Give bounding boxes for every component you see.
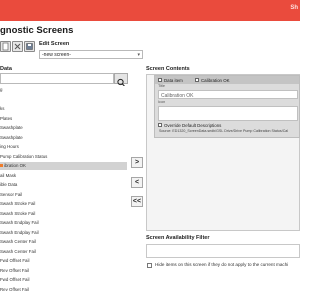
tree-item-label: ail Mask	[0, 172, 17, 178]
chevron-down-icon: ▾	[137, 52, 140, 58]
tree-item[interactable]: Swash Center Fail	[0, 238, 127, 246]
tree-item[interactable]: Swash Center Fail	[0, 248, 127, 256]
tree-item[interactable]: Swash Endplay Fail	[0, 229, 127, 237]
edit-screen-selected-value: -new screen-	[42, 52, 71, 58]
title-input[interactable]: Calibration OK	[158, 90, 298, 99]
tree-item[interactable]	[0, 96, 127, 104]
edit-screen-label: Edit Screen	[39, 41, 70, 47]
override-descriptions-checkbox[interactable]	[158, 123, 162, 127]
tree-item[interactable]: Swash Endplay Fail	[0, 219, 127, 227]
title-field-label: Title	[158, 84, 166, 88]
tree-item[interactable]: Swash Stroke Fail	[0, 210, 127, 218]
tree-item-label: ks	[0, 106, 5, 111]
tree-item-label: Plates	[0, 115, 13, 121]
tree-item-label: ing Hours	[0, 144, 19, 149]
screen-content-item[interactable]: Data item Calibration OK Title Calibrati…	[154, 75, 300, 138]
tree-item-label: Fwd Offset Fail	[0, 277, 30, 282]
icon-field[interactable]	[158, 106, 298, 121]
tree-item[interactable]: ible Data	[0, 181, 127, 189]
tree-item-label: Swash Stroke Fail	[0, 201, 36, 206]
tree-item-label: Swash Center Fail	[0, 248, 36, 254]
source-path-text: Source: ED1320_ScreenData.sedb/GSL Drive…	[159, 129, 289, 133]
tree-item[interactable]: g	[0, 86, 127, 94]
tree-item[interactable]: Swashplate	[0, 134, 127, 142]
tree-item-label: Swash Center Fail	[0, 239, 36, 244]
data-item-checkbox[interactable]	[158, 78, 162, 82]
remove-item-button[interactable]: <	[131, 177, 143, 188]
availability-filter-box[interactable]	[146, 244, 300, 258]
tree-item[interactable]: Plates	[0, 115, 127, 123]
app-header-bar: Sh	[0, 0, 300, 21]
availability-filter-header: Screen Availability Filter	[146, 235, 210, 241]
tree-item[interactable]: Fwd Offset Fail	[0, 257, 127, 265]
tree-item[interactable]: Pump Calibration Status	[0, 153, 127, 161]
tree-item-label: Rev Offset Fail	[0, 267, 29, 273]
tree-item[interactable]: ibration OK	[0, 162, 127, 170]
screen-contents-header: Screen Contents	[146, 66, 190, 72]
data-tree[interactable]: g ks Plates Swashplate Swashplate ing Hours Pu…	[0, 86, 127, 300]
override-descriptions-label: Override Default Descriptions	[164, 122, 222, 128]
tree-item[interactable]: Rev Offset Fail	[0, 267, 127, 275]
tree-item-label: Swashplate	[0, 134, 23, 140]
add-item-button[interactable]: >	[131, 157, 143, 168]
tree-item[interactable]: Rev Offset Fail	[0, 286, 127, 294]
hide-items-checkbox[interactable]	[147, 263, 152, 268]
new-screen-icon[interactable]	[0, 41, 11, 52]
tree-item-label: Swash Stroke Fail	[0, 210, 36, 216]
page-title: gnostic Screens	[0, 25, 74, 36]
calibration-ok-checkbox[interactable]	[195, 78, 199, 82]
search-button[interactable]	[114, 73, 128, 87]
tree-item-label: Pump Calibration Status	[0, 153, 48, 159]
tree-item-label: Swash Endplay Fail	[0, 220, 39, 225]
tree-item[interactable]: Fwd Offset Fail	[0, 276, 127, 284]
tree-item[interactable]: ks	[0, 105, 127, 113]
header-corner-text: Sh	[290, 5, 298, 11]
tree-item[interactable]: Sensor Fail	[0, 191, 127, 199]
delete-icon[interactable]	[12, 41, 23, 52]
tree-item[interactable]: Swashplate	[0, 124, 127, 132]
tree-item-label: Rev Offset Fail	[0, 286, 29, 292]
tree-item-label: ibration OK	[4, 163, 26, 168]
remove-all-button[interactable]: <<	[131, 196, 143, 207]
hide-items-label: Hide items on this screen if they do not…	[155, 262, 289, 267]
tree-item-label: ible Data	[0, 182, 18, 187]
tree-item[interactable]: ail Mask	[0, 172, 127, 180]
calibration-ok-label: Calibration OK	[201, 77, 230, 83]
tree-item-label: Sensor Fail	[0, 191, 23, 197]
tree-item-label: Swash Endplay Fail	[0, 229, 39, 235]
data-item-icon	[0, 164, 3, 168]
icon-field-label: Icon	[158, 100, 166, 104]
save-icon[interactable]	[24, 41, 35, 52]
search-input[interactable]	[0, 73, 114, 84]
tree-item[interactable]: Swash Stroke Fail	[0, 200, 127, 208]
data-item-label: Data item	[164, 77, 183, 83]
tree-item[interactable]: ing Hours	[0, 143, 127, 151]
edit-screen-select[interactable]: -new screen- ▾	[39, 50, 143, 59]
title-input-value: Calibration OK	[161, 92, 194, 99]
tree-item-label: Fwd Offset Fail	[0, 258, 30, 263]
tree-item-label: Swashplate	[0, 125, 23, 130]
tree-item-label: g	[0, 87, 3, 92]
data-panel-header: Data	[0, 66, 12, 72]
